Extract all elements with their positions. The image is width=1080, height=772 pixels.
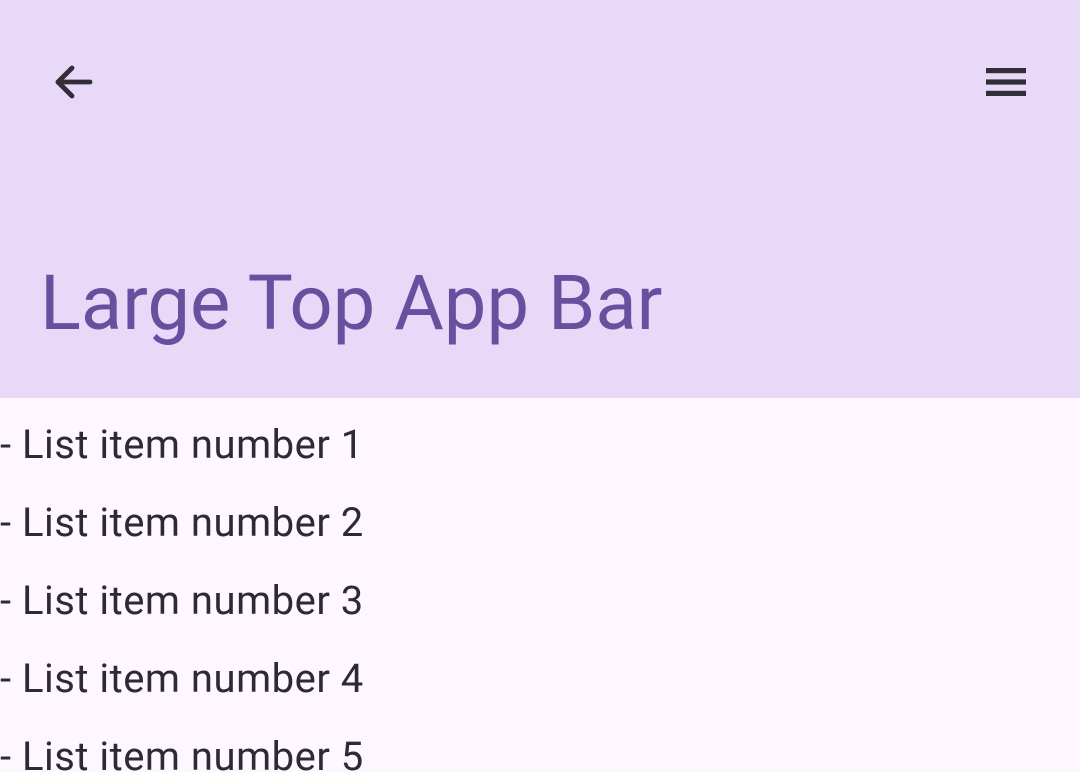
menu-icon — [982, 58, 1030, 110]
list-item: - List item number 2 — [0, 484, 1080, 562]
app-bar-title: Large Top App Bar — [40, 262, 662, 346]
list-item: - List item number 1 — [0, 406, 1080, 484]
list-item: - List item number 4 — [0, 640, 1080, 718]
large-top-app-bar: Large Top App Bar — [0, 0, 1080, 398]
arrow-back-icon — [50, 58, 98, 110]
menu-button[interactable] — [976, 54, 1036, 114]
toolbar-row — [0, 0, 1080, 168]
back-button[interactable] — [44, 54, 104, 114]
content-list: - List item number 1 - List item number … — [0, 398, 1080, 772]
list-item: - List item number 5 — [0, 718, 1080, 772]
list-item: - List item number 3 — [0, 562, 1080, 640]
